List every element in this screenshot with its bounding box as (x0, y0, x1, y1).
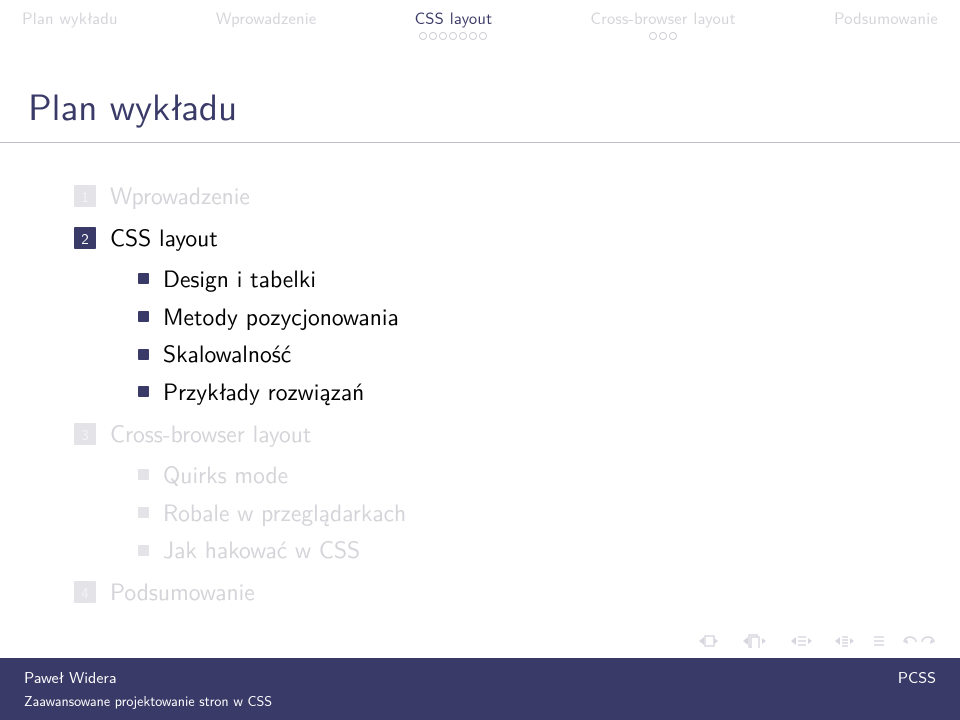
outline-sub-3-2[interactable]: Robale w przeglądarkach (138, 494, 932, 532)
nav-item-css-layout[interactable]: CSS layout (415, 6, 493, 40)
bullet-icon (138, 469, 149, 480)
outline-sub-2-2[interactable]: Metody pozycjonowania (138, 298, 932, 336)
nav-outline-icon[interactable] (872, 634, 886, 648)
nav-item-plan[interactable]: Plan wykładu (22, 6, 118, 30)
outline-sub-3-3[interactable]: Jak hakować w CSS (138, 531, 932, 569)
nav-item-podsumowanie[interactable]: Podsumowanie (834, 6, 938, 30)
sub-label: Design i tabelki (163, 260, 316, 298)
footer-org: PCSS (898, 665, 936, 688)
sub-label: Robale w przeglądarkach (163, 494, 406, 532)
sub-label: Metody pozycjonowania (163, 298, 399, 336)
section-label: Podsumowanie (110, 573, 255, 611)
section-label: Cross-browser layout (110, 415, 311, 453)
nav-next-section-icon[interactable] (828, 634, 856, 648)
footer: Paweł Widera PCSS Zaawansowane projektow… (0, 658, 960, 720)
progress-dots-css (415, 32, 493, 40)
sub-label: Quirks mode (163, 456, 288, 494)
outline-sub-3-1[interactable]: Quirks mode (138, 456, 932, 494)
outline-section-1[interactable]: 1 Wprowadzenie (74, 177, 932, 215)
nav-prev-section-icon[interactable] (784, 634, 812, 648)
sub-label: Skalowalność (163, 335, 291, 373)
section-number-badge: 1 (74, 185, 96, 207)
nav-prev-slide-icon[interactable] (692, 634, 720, 648)
outline-section-2[interactable]: 2 CSS layout (74, 219, 932, 257)
outline-sub-2-1[interactable]: Design i tabelki (138, 260, 932, 298)
footer-subtitle: Zaawansowane projektowanie stron w CSS (24, 691, 936, 711)
outline-sub-2-3[interactable]: Skalowalność (138, 335, 932, 373)
progress-dots-cross (590, 32, 735, 40)
outline-section-3[interactable]: 3 Cross-browser layout (74, 415, 932, 453)
bullet-icon (138, 273, 149, 284)
section-number-badge: 2 (74, 227, 96, 249)
bullet-icon (138, 311, 149, 322)
section-label: CSS layout (110, 219, 218, 257)
top-nav: Plan wykładu Wprowadzenie CSS layout Cro… (0, 0, 960, 52)
nav-prev-frame-icon[interactable] (736, 634, 768, 648)
bullet-icon (138, 386, 149, 397)
section-number-badge: 3 (74, 423, 96, 445)
nav-item-cross-browser[interactable]: Cross-browser layout (590, 6, 735, 40)
nav-back-forward-icon[interactable] (902, 634, 936, 648)
sub-label: Przykłady rozwiązań (163, 373, 364, 411)
bullet-icon (138, 507, 149, 518)
outline-section-4[interactable]: 4 Podsumowanie (74, 573, 932, 611)
section-label: Wprowadzenie (110, 177, 250, 215)
bullet-icon (138, 349, 149, 360)
frame-title: Plan wykładu (0, 52, 960, 138)
outline: 1 Wprowadzenie 2 CSS layout Design i tab… (0, 143, 960, 611)
section-number-badge: 4 (74, 581, 96, 603)
outline-sub-2-4[interactable]: Przykłady rozwiązań (138, 373, 932, 411)
sub-label: Jak hakować w CSS (163, 531, 360, 569)
nav-item-wprowadzenie[interactable]: Wprowadzenie (216, 6, 317, 30)
bullet-icon (138, 545, 149, 556)
footer-author: Paweł Widera (24, 665, 117, 688)
beamer-nav-icons (692, 634, 936, 648)
